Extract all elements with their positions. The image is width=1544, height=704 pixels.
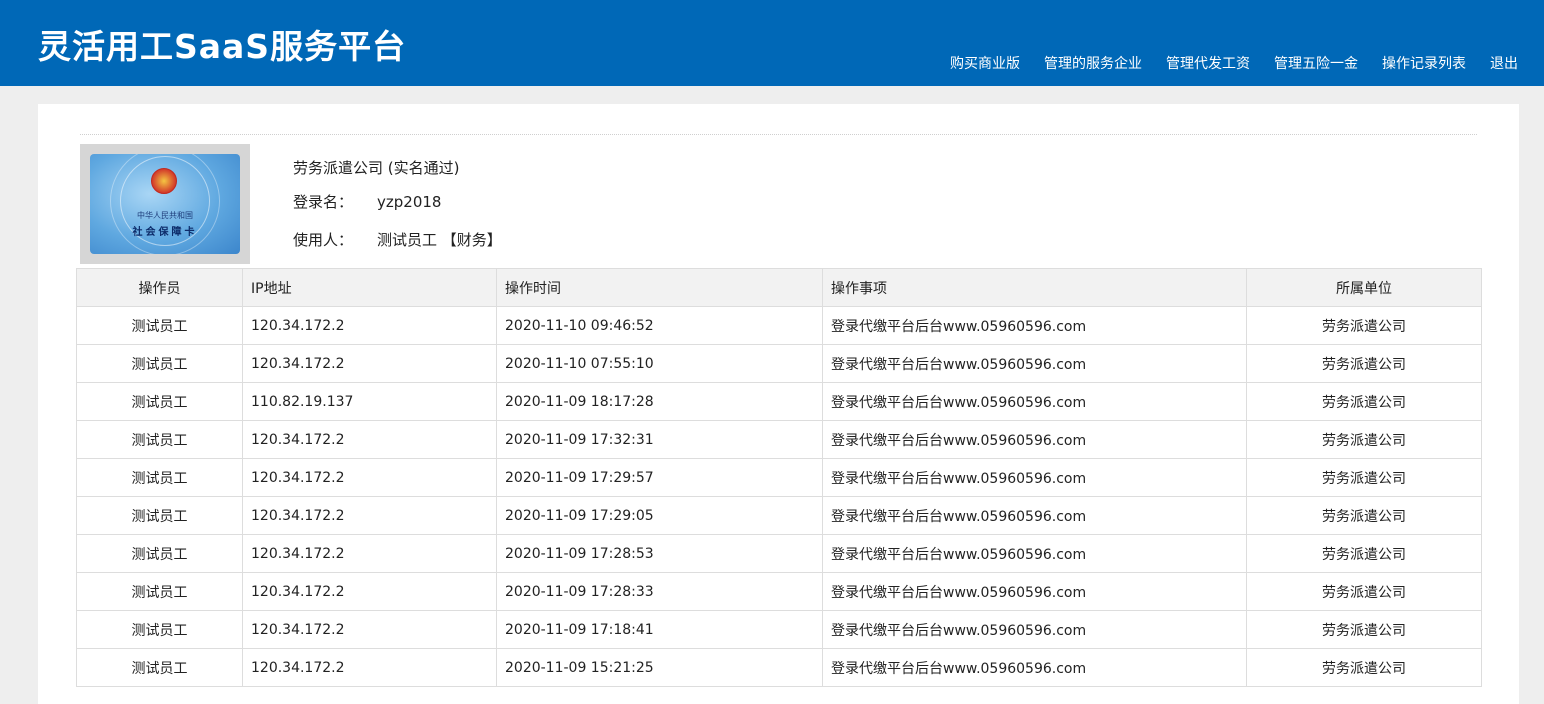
operator-cell: 测试员工	[76, 344, 243, 383]
unit-cell: 劳务派遣公司	[1246, 458, 1482, 497]
action-cell: 登录代缴平台后台www.05960596.com	[822, 344, 1247, 383]
ip-cell: 120.34.172.2	[242, 420, 497, 459]
action-cell: 登录代缴平台后台www.05960596.com	[822, 572, 1247, 611]
company-name: 劳务派遣公司 (实名通过)	[293, 159, 460, 177]
unit-cell: 劳务派遣公司	[1246, 382, 1482, 421]
nav-buy-commercial[interactable]: 购买商业版	[950, 53, 1020, 73]
national-emblem-icon	[151, 168, 177, 194]
col-operator: 操作员	[76, 268, 243, 307]
operator-cell: 测试员工	[76, 306, 243, 345]
table-row: 测试员工 110.82.19.137 2020-11-09 18:17:28 登录代缴…	[76, 382, 1482, 421]
time-cell: 2020-11-09 17:28:53	[496, 534, 823, 573]
table-row: 测试员工 120.34.172.2 2020-11-09 17:28:33 登录代缴平…	[76, 572, 1482, 611]
brand-title: 灵活用工SaaS服务平台	[38, 27, 407, 66]
top-header: 灵活用工SaaS服务平台 购买商业版 管理的服务企业 管理代发工资 管理五险一金…	[0, 0, 1544, 86]
time-cell: 2020-11-09 15:21:25	[496, 648, 823, 687]
unit-cell: 劳务派遣公司	[1246, 610, 1482, 649]
main-panel: 中华人民共和国 社会保障卡 劳务派遣公司 (实名通过) 登录名： yzp2018 …	[38, 104, 1519, 704]
ip-cell: 120.34.172.2	[242, 610, 497, 649]
unit-cell: 劳务派遣公司	[1246, 496, 1482, 535]
action-cell: 登录代缴平台后台www.05960596.com	[822, 458, 1247, 497]
table-row: 测试员工 120.34.172.2 2020-11-10 09:46:52 登录代缴平…	[76, 306, 1482, 345]
col-ip: IP地址	[242, 268, 497, 307]
operation-log-table: 操作员 IP地址 操作时间 操作事项 所属单位 测试员工 120.34.172.2…	[76, 268, 1482, 687]
operator-cell: 测试员工	[76, 534, 243, 573]
table-row: 测试员工 120.34.172.2 2020-11-09 17:29:05 登录代缴平…	[76, 496, 1482, 535]
operator-cell: 测试员工	[76, 458, 243, 497]
table-row: 测试员工 120.34.172.2 2020-11-09 15:21:25 登录代缴平…	[76, 648, 1482, 687]
time-cell: 2020-11-10 07:55:10	[496, 344, 823, 383]
top-nav: 购买商业版 管理的服务企业 管理代发工资 管理五险一金 操作记录列表 退出	[926, 53, 1518, 73]
table-row: 测试员工 120.34.172.2 2020-11-09 17:32:31 登录代缴平…	[76, 420, 1482, 459]
table-body: 测试员工 120.34.172.2 2020-11-10 09:46:52 登录代缴平…	[76, 306, 1482, 687]
action-cell: 登录代缴平台后台www.05960596.com	[822, 420, 1247, 459]
col-action: 操作事项	[822, 268, 1247, 307]
login-value: yzp2018	[377, 193, 442, 211]
time-cell: 2020-11-09 17:18:41	[496, 610, 823, 649]
action-cell: 登录代缴平台后台www.05960596.com	[822, 382, 1247, 421]
nav-operation-log[interactable]: 操作记录列表	[1382, 53, 1466, 73]
table-row: 测试员工 120.34.172.2 2020-11-09 17:29:57 登录代缴平…	[76, 458, 1482, 497]
card-title-text: 社会保障卡	[132, 227, 198, 238]
operator-cell: 测试员工	[76, 648, 243, 687]
action-cell: 登录代缴平台后台www.05960596.com	[822, 610, 1247, 649]
action-cell: 登录代缴平台后台www.05960596.com	[822, 534, 1247, 573]
table-row: 测试员工 120.34.172.2 2020-11-09 17:28:53 登录代缴平…	[76, 534, 1482, 573]
col-unit: 所属单位	[1246, 268, 1482, 307]
time-cell: 2020-11-09 17:29:57	[496, 458, 823, 497]
operator-cell: 测试员工	[76, 610, 243, 649]
time-cell: 2020-11-10 09:46:52	[496, 306, 823, 345]
action-cell: 登录代缴平台后台www.05960596.com	[822, 306, 1247, 345]
time-cell: 2020-11-09 17:28:33	[496, 572, 823, 611]
table-row: 测试员工 120.34.172.2 2020-11-10 07:55:10 登录代缴平…	[76, 344, 1482, 383]
nav-social-insurance[interactable]: 管理五险一金	[1274, 53, 1358, 73]
time-cell: 2020-11-09 18:17:28	[496, 382, 823, 421]
nav-managed-enterprises[interactable]: 管理的服务企业	[1044, 53, 1142, 73]
unit-cell: 劳务派遣公司	[1246, 306, 1482, 345]
unit-cell: 劳务派遣公司	[1246, 344, 1482, 383]
login-label: 登录名：	[293, 193, 354, 211]
user-label: 使用人：	[293, 231, 354, 249]
divider	[80, 134, 1477, 135]
ip-cell: 120.34.172.2	[242, 648, 497, 687]
login-name-row: 登录名： yzp2018	[293, 191, 441, 212]
ip-cell: 120.34.172.2	[242, 496, 497, 535]
time-cell: 2020-11-09 17:32:31	[496, 420, 823, 459]
action-cell: 登录代缴平台后台www.05960596.com	[822, 648, 1247, 687]
time-cell: 2020-11-09 17:29:05	[496, 496, 823, 535]
table-row: 测试员工 120.34.172.2 2020-11-09 17:18:41 登录代缴平…	[76, 610, 1482, 649]
operator-cell: 测试员工	[76, 572, 243, 611]
user-value: 测试员工 【财务】	[377, 231, 502, 249]
ip-cell: 120.34.172.2	[242, 572, 497, 611]
unit-cell: 劳务派遣公司	[1246, 572, 1482, 611]
unit-cell: 劳务派遣公司	[1246, 420, 1482, 459]
action-cell: 登录代缴平台后台www.05960596.com	[822, 496, 1247, 535]
ip-cell: 120.34.172.2	[242, 306, 497, 345]
social-security-card-image: 中华人民共和国 社会保障卡	[80, 144, 250, 264]
user-row: 使用人： 测试员工 【财务】	[293, 229, 502, 250]
nav-payroll[interactable]: 管理代发工资	[1166, 53, 1250, 73]
ip-cell: 120.34.172.2	[242, 534, 497, 573]
unit-cell: 劳务派遣公司	[1246, 648, 1482, 687]
ip-cell: 120.34.172.2	[242, 458, 497, 497]
ip-cell: 120.34.172.2	[242, 344, 497, 383]
operator-cell: 测试员工	[76, 496, 243, 535]
col-time: 操作时间	[496, 268, 823, 307]
operator-cell: 测试员工	[76, 420, 243, 459]
card-country-text: 中华人民共和国	[137, 211, 193, 220]
nav-logout[interactable]: 退出	[1490, 53, 1518, 73]
unit-cell: 劳务派遣公司	[1246, 534, 1482, 573]
operator-cell: 测试员工	[76, 382, 243, 421]
ip-cell: 110.82.19.137	[242, 382, 497, 421]
table-header-row: 操作员 IP地址 操作时间 操作事项 所属单位	[76, 268, 1482, 307]
